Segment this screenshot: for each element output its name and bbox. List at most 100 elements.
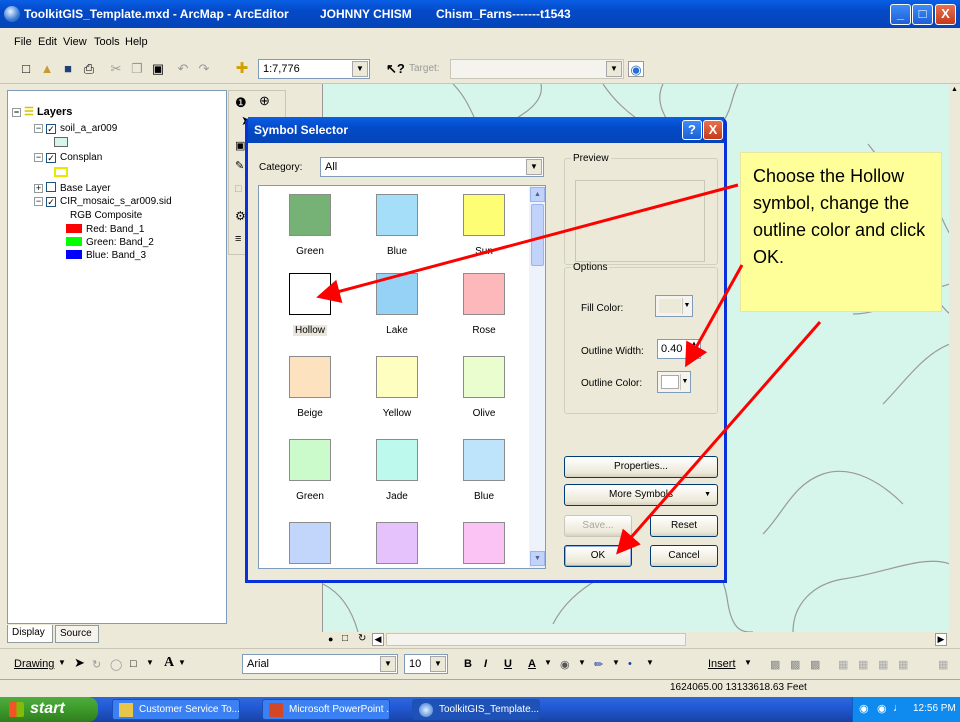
align-icon[interactable]: ▦	[838, 658, 848, 671]
underline-button[interactable]: U	[504, 658, 512, 670]
tab-source[interactable]: Source	[55, 625, 99, 643]
marker-color-icon[interactable]: •	[628, 658, 632, 670]
reset-button[interactable]: Reset	[650, 515, 718, 537]
line-color-icon[interactable]: ✏	[594, 658, 603, 671]
fill-color-button[interactable]: ▼	[655, 295, 693, 317]
symbol-item[interactable]: Sun	[441, 194, 527, 257]
target-combo[interactable]: ▼	[450, 59, 624, 79]
outline-color-button[interactable]: ▼	[657, 371, 691, 393]
collapse-icon[interactable]: −	[34, 197, 43, 206]
menu-file[interactable]: File	[14, 36, 32, 48]
symbol-item[interactable]: Green	[267, 194, 353, 257]
find-icon[interactable]: ✎	[235, 159, 244, 172]
distribute-icon[interactable]: ▦	[858, 658, 868, 671]
symbol-list[interactable]: Green Blue Sun Hollow Lake Rose Beige Yellow Oli…	[258, 185, 546, 569]
zoom-in-icon[interactable]: ⊕	[259, 93, 270, 109]
scroll-down-icon[interactable]: ▼	[530, 551, 545, 566]
order-icon[interactable]: ▩	[810, 658, 820, 671]
save-button[interactable]: Save...	[564, 515, 632, 537]
start-button[interactable]: start	[0, 697, 98, 722]
spinner-arrows-icon[interactable]: ▲ ▼	[689, 340, 699, 358]
minimize-button[interactable]: _	[890, 4, 911, 25]
close-button[interactable]: X	[935, 4, 956, 25]
insert-menu[interactable]: Insert	[708, 658, 736, 670]
symbol-item[interactable]: Hollow	[267, 273, 353, 336]
menu-view[interactable]: View	[63, 36, 87, 48]
layer-cir-mosaic[interactable]: − ✓ CIR_mosaic_s_ar009.sid	[34, 196, 172, 207]
editor-icon[interactable]: ◉	[628, 61, 644, 77]
symbol-item[interactable]: Rose	[441, 273, 527, 336]
refresh-icon[interactable]: ↻	[358, 633, 366, 644]
symbol-item[interactable]	[441, 522, 527, 568]
font-combo[interactable]: Arial ▼	[242, 654, 398, 674]
nudge-icon[interactable]: ▦	[878, 658, 888, 671]
data-view-icon[interactable]: ●	[328, 634, 333, 644]
layer-checkbox[interactable]: ✓	[46, 124, 56, 134]
menu-edit[interactable]: Edit	[38, 36, 57, 48]
map-horizontal-scrollbar[interactable]	[386, 633, 686, 646]
network-icon[interactable]: ◉	[859, 702, 869, 715]
task-customer-service[interactable]: Customer Service To...	[112, 699, 240, 720]
menu-tools[interactable]: Tools	[94, 36, 120, 48]
paste-icon[interactable]: ▣	[150, 61, 166, 77]
hyperlink-icon[interactable]: □	[235, 183, 242, 195]
new-document-icon[interactable]: □	[18, 61, 34, 77]
open-folder-icon[interactable]: ▲	[39, 61, 55, 77]
symbol-item[interactable]: Olive	[441, 356, 527, 419]
zoom-to-element-icon[interactable]: ◯	[110, 658, 122, 671]
ungroup-icon[interactable]: ▩	[790, 658, 800, 671]
more-tools-icon[interactable]: ▦	[938, 658, 948, 671]
category-combo[interactable]: All ▼	[320, 157, 544, 177]
outline-width-spinner[interactable]: 0.40 ▲ ▼	[657, 339, 701, 359]
symbol-list-scrollbar[interactable]: ▲ ▼	[529, 186, 545, 568]
layout-view-icon[interactable]: □	[342, 633, 348, 644]
collapse-icon[interactable]: −	[34, 153, 43, 162]
bold-button[interactable]: B	[464, 658, 472, 670]
print-icon[interactable]: ⎙	[81, 61, 97, 77]
italic-button[interactable]: I	[484, 658, 487, 670]
more-symbols-button[interactable]: More Symbols ▼	[564, 484, 718, 506]
volume-icon[interactable]: ♩	[893, 702, 904, 714]
whats-this-icon[interactable]: ↖?	[386, 61, 405, 77]
task-arcmap[interactable]: ToolkitGIS_Template....	[412, 699, 540, 720]
drawing-menu[interactable]: Drawing	[14, 658, 54, 670]
layer-checkbox[interactable]: ✓	[46, 197, 56, 207]
symbol-item[interactable]: Green	[267, 439, 353, 502]
scroll-thumb[interactable]	[531, 204, 544, 266]
symbol-item[interactable]: Yellow	[354, 356, 440, 419]
cut-icon[interactable]: ✂	[108, 61, 124, 77]
map-scale-combo[interactable]: 1:7,776 ▼	[258, 59, 370, 79]
menu-help[interactable]: Help	[125, 36, 148, 48]
go-to-xy-icon[interactable]: ≡	[235, 233, 241, 245]
symbol-item[interactable]	[354, 522, 440, 568]
layer-base[interactable]: + Base Layer	[34, 182, 111, 194]
expand-icon[interactable]: +	[34, 184, 43, 193]
add-data-icon[interactable]: ✚	[234, 61, 250, 77]
rectangle-icon[interactable]: □	[130, 658, 137, 670]
layer-soil[interactable]: − ✓ soil_a_ar009	[34, 123, 117, 134]
symbol-item[interactable]: Beige	[267, 356, 353, 419]
properties-button[interactable]: Properties...	[564, 456, 718, 478]
font-size-combo[interactable]: 10 ▼	[404, 654, 448, 674]
symbol-item[interactable]: Jade	[354, 439, 440, 502]
scroll-up-icon[interactable]: ▲	[530, 187, 545, 202]
scroll-right-icon[interactable]: ▶	[935, 633, 947, 646]
scroll-up-icon[interactable]: ▲	[950, 86, 959, 96]
layers-root[interactable]: − ☰ Layers	[12, 105, 72, 118]
flip-icon[interactable]: ▦	[898, 658, 908, 671]
scroll-left-icon[interactable]: ◀	[372, 633, 384, 646]
symbol-item[interactable]: Blue	[441, 439, 527, 502]
layer-checkbox[interactable]	[46, 182, 56, 192]
security-icon[interactable]: ◉	[877, 702, 887, 715]
group-icon[interactable]: ▩	[770, 658, 780, 671]
tab-display[interactable]: Display	[7, 625, 53, 643]
dialog-close-button[interactable]: X	[703, 120, 723, 140]
map-vertical-scrollbar[interactable]: ▲	[949, 84, 960, 632]
help-button[interactable]: ?	[682, 120, 702, 140]
font-color-icon[interactable]: A	[528, 658, 536, 670]
copy-icon[interactable]: ❐	[129, 61, 145, 77]
save-icon[interactable]: ■	[60, 61, 76, 77]
rotate-icon[interactable]: ↻	[92, 658, 101, 671]
maximize-button[interactable]: □	[912, 4, 933, 25]
layer-consplan[interactable]: − ✓ Consplan	[34, 152, 102, 163]
